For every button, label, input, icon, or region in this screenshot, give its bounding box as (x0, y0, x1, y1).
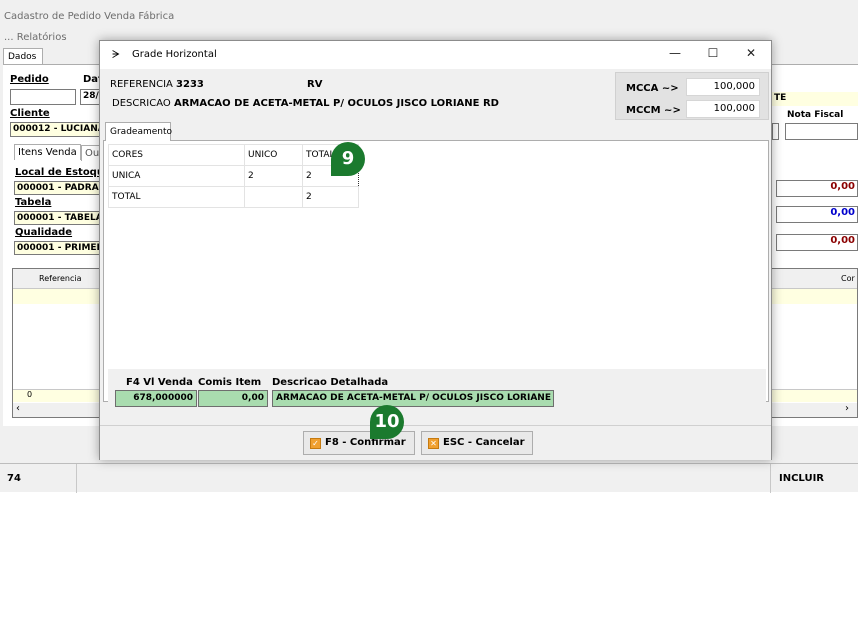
comis-item-field[interactable]: 0,00 (198, 390, 268, 407)
grade-row: UNICA 2 2 (108, 165, 359, 187)
mccm-field[interactable]: 100,000 (686, 100, 760, 118)
dialog-titlebar[interactable]: ᗒ Grade Horizontal — ☐ ✕ (100, 41, 771, 69)
main-window-title: Cadastro de Pedido Venda Fábrica (4, 11, 175, 22)
tab-dados[interactable]: Dados (3, 48, 43, 65)
tab-gradeamento[interactable]: Gradeamento (105, 122, 172, 141)
mcca-label: MCCA ~> (626, 83, 679, 94)
referencia-value: 3233 (176, 79, 204, 90)
comis-item-label: Comis Item (198, 377, 262, 388)
qualidade-label: Qualidade (15, 227, 73, 238)
grade-header-row: CORES UNICO TOTAL (108, 144, 359, 166)
status-mode: INCLUIR (779, 473, 824, 484)
total-value-2: 0,00 (776, 206, 858, 223)
grade-total-value: 2 (302, 186, 359, 208)
gradeamento-panel: CORES UNICO TOTAL UNICA 2 2 TOTAL 2 (103, 140, 769, 402)
cancel-x-icon: ✕ (428, 438, 439, 449)
f4-vl-venda-label: F4 Vl Venda (126, 377, 193, 388)
qualidade-field[interactable]: 000001 - PRIMEII (14, 241, 102, 255)
local-estoque-field[interactable]: 000001 - PADRAC (14, 181, 102, 195)
total-value-3: 0,00 (776, 234, 858, 251)
cancel-button[interactable]: ✕ ESC - Cancelar (421, 431, 533, 455)
cliente-label: Cliente (10, 108, 50, 119)
app-icon: ᗒ (112, 48, 120, 61)
descricao-value: ARMACAO DE ACETA-METAL P/ OCULOS JISCO L… (173, 98, 499, 109)
nota-fiscal-input[interactable] (785, 123, 858, 140)
descricao-row: DESCRICAO ARMACAO DE ACETA-METAL P/ OCUL… (112, 98, 499, 109)
right-te-label: TE (772, 92, 858, 106)
status-divider-right (770, 464, 771, 493)
scroll-left-icon[interactable]: ‹ (16, 403, 20, 414)
descricao-label: DESCRICAO (112, 98, 171, 109)
descricao-detalhada-field[interactable]: ARMACAO DE ACETA-METAL P/ OCULOS JISCO L… (272, 390, 554, 407)
step-badge-9: 9 (331, 142, 365, 176)
dialog-title: Grade Horizontal (132, 49, 217, 60)
nota-fiscal-label: Nota Fiscal (787, 110, 844, 120)
grade-cell-unico[interactable]: 2 (244, 165, 303, 187)
maximize-icon[interactable]: ☐ (702, 46, 724, 64)
dialog-button-area: ✓ F8 - Confirmar ✕ ESC - Cancelar (100, 425, 771, 460)
grade-total-row: TOTAL 2 (108, 186, 359, 208)
dialog-header-panel: REFERENCIA 3233 RV DESCRICAO ARMACAO DE … (103, 72, 769, 120)
pedido-label: Pedido (10, 74, 49, 85)
tabela-label: Tabela (15, 197, 52, 208)
grade-cell-cor[interactable]: UNICA (108, 165, 245, 187)
grid-col-cor[interactable]: Cor (841, 274, 855, 283)
grid-col-referencia[interactable]: Referencia (39, 274, 82, 283)
grade-header-cores: CORES (108, 144, 245, 166)
status-bar: 74 INCLUIR (0, 463, 858, 493)
cancel-button-label: ESC - Cancelar (443, 437, 525, 448)
scroll-right-icon[interactable]: › (845, 403, 849, 414)
grade-horizontal-dialog: ᗒ Grade Horizontal — ☐ ✕ REFERENCIA 3233… (99, 40, 772, 460)
cliente-field[interactable]: 000012 - LUCIANA (10, 122, 102, 137)
mcca-field[interactable]: 100,000 (686, 78, 760, 96)
f4-vl-venda-field[interactable]: 678,000000 (115, 390, 197, 407)
mc-panel: MCCA ~> 100,000 MCCM ~> 100,000 (615, 72, 769, 120)
check-icon: ✓ (310, 438, 321, 449)
grid-footer-count: 0 (27, 390, 33, 399)
grade-total-label: TOTAL (108, 186, 245, 208)
referencia-row: REFERENCIA 3233 (110, 79, 204, 90)
close-icon[interactable]: ✕ (740, 46, 762, 64)
minimize-icon[interactable]: — (664, 46, 686, 64)
rv-label: RV (307, 79, 323, 90)
local-estoque-label: Local de Estoqu (15, 167, 104, 178)
pedido-input[interactable] (10, 89, 76, 105)
tabela-field[interactable]: 000001 - TABELA (14, 211, 102, 225)
descricao-detalhada-label: Descricao Detalhada (272, 377, 389, 388)
menu-relatorios[interactable]: ... Relatórios (4, 32, 67, 43)
confirm-button-label: F8 - Confirmar (325, 437, 406, 448)
grade-total-unico (244, 186, 303, 208)
grade-header-unico: UNICO (244, 144, 303, 166)
mccm-label: MCCM ~> (626, 105, 681, 116)
referencia-label: REFERENCIA (110, 79, 173, 90)
tab-itens-venda[interactable]: Itens Venda (14, 144, 81, 160)
total-value-1: 0,00 (776, 180, 858, 197)
combo-arrow[interactable] (772, 123, 779, 140)
status-divider (76, 464, 77, 493)
dialog-footer-panel: F4 Vl Venda 678,000000 Comis Item 0,00 D… (108, 369, 766, 419)
status-code: 74 (7, 473, 21, 484)
step-badge-10: 10 (370, 405, 404, 439)
grade-table[interactable]: CORES UNICO TOTAL UNICA 2 2 TOTAL 2 (108, 144, 359, 208)
